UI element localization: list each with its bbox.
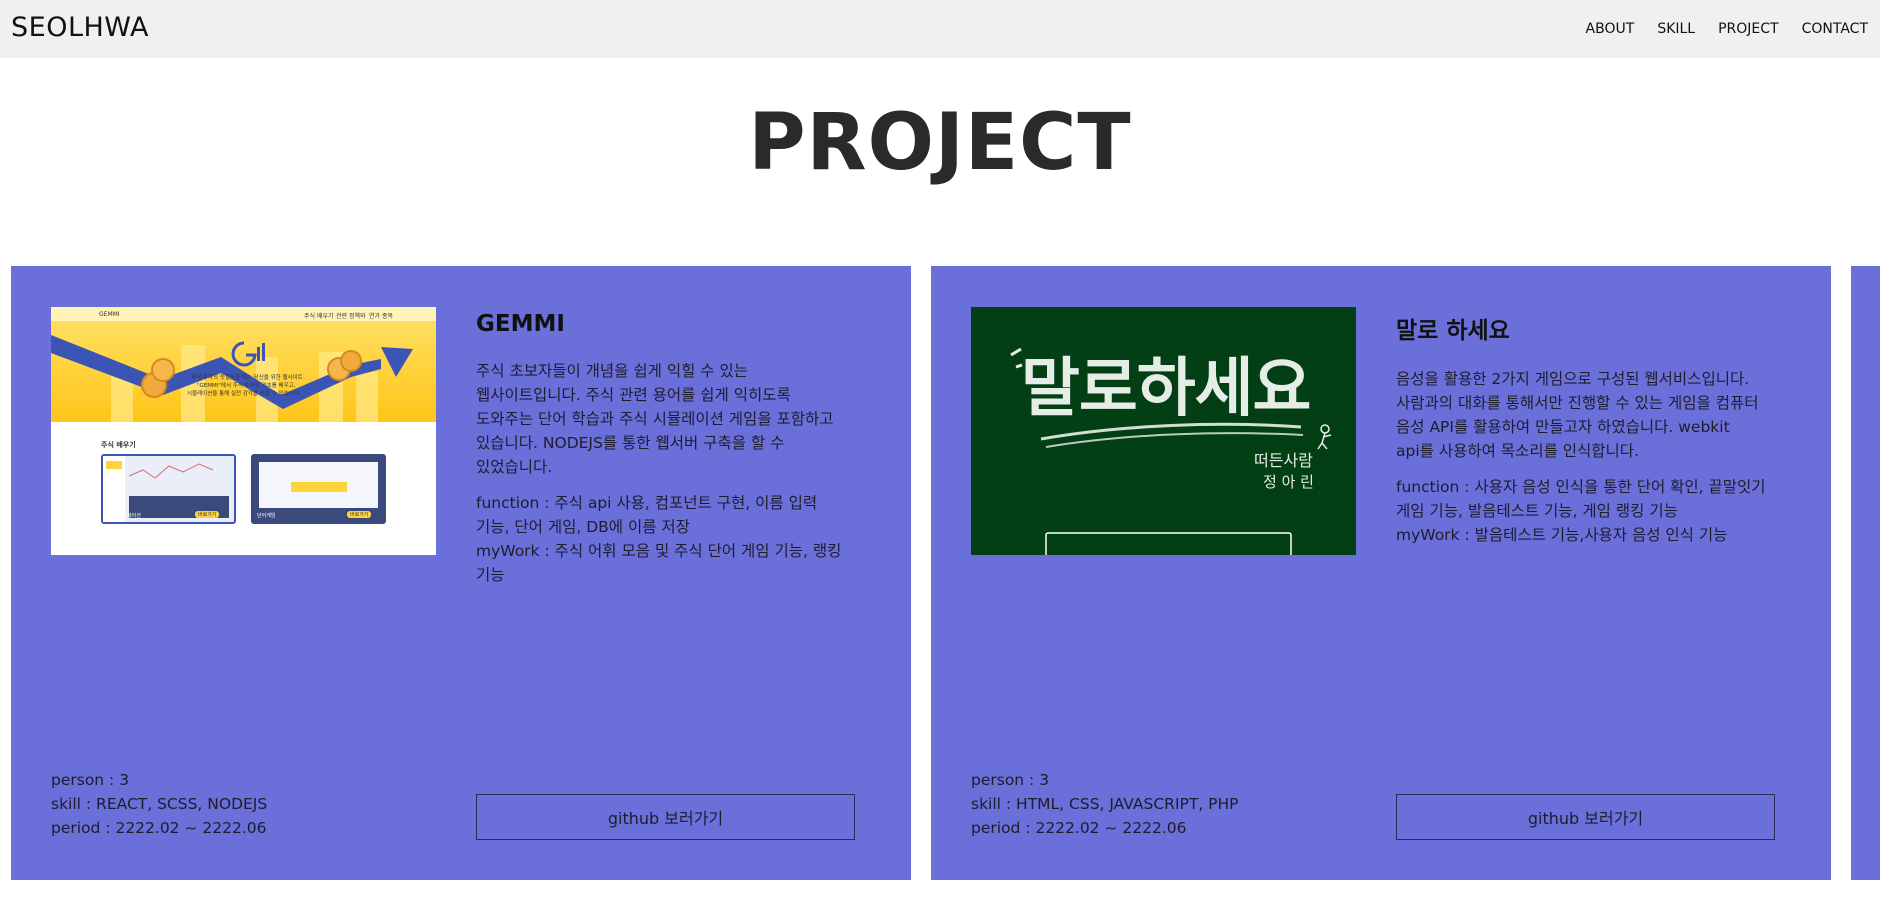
- nav-skill[interactable]: SKILL: [1657, 21, 1695, 37]
- chalk-subtitle-1: 떠든사람: [1254, 451, 1313, 470]
- github-button-mallo[interactable]: github 보러가기: [1396, 794, 1775, 840]
- gemmi-card-b-label: 단어게임: [257, 513, 276, 519]
- gemmi-preview-card-b: 단어게임 바로가기: [251, 454, 386, 524]
- gemmi-card-a-button: 바로가기: [195, 511, 220, 518]
- nav-about[interactable]: ABOUT: [1586, 21, 1635, 37]
- project-thumbnail-gemmi: GEMMI 주식 배우기 관련 정책와 연가 종목 주식 투자의 첫걸음을 떼는…: [51, 307, 436, 555]
- project-function: function : 주식 api 사용, 컴포넌트 구현, 이름 입력 기능,…: [476, 494, 818, 536]
- gemmi-intro-line-1: 주식 투자의 첫걸음을 떼는 당신을 위한 웹사이트: [191, 375, 303, 381]
- project-person: person : 3: [971, 771, 1050, 789]
- gemmi-card-a-label: 주식 시뮬레이션: [107, 513, 141, 519]
- project-thumbnail-mallo: 말로하세요 떠든사람 정 아 린: [971, 307, 1356, 555]
- project-person: person : 3: [51, 771, 130, 789]
- project-description: 주식 초보자들이 개념을 쉽게 익힐 수 있는 웹사이트입니다. 주식 관련 용…: [476, 362, 834, 476]
- gemmi-hero-banner: GEMMI 주식 배우기 관련 정책와 연가 종목 주식 투자의 첫걸음을 떼는…: [51, 307, 436, 422]
- project-card-gemmi: GEMMI 주식 배우기 관련 정책와 연가 종목 주식 투자의 첫걸음을 떼는…: [11, 266, 911, 880]
- site-header: SEOLHWA ABOUT SKILL PROJECT CONTACT: [0, 0, 1880, 58]
- project-card-partial: [1851, 266, 1880, 880]
- gemmi-intro-line-3: 시뮬레이션을 통해 실전 감각을 키울 수 있습니다.: [187, 391, 301, 397]
- gemmi-card-b-button: 바로가기: [347, 511, 372, 518]
- project-mywork: myWork : 주식 어휘 모음 및 주식 단어 게임 기능, 랭킹 기능: [476, 542, 842, 584]
- gemmi-section-title: 주식 배우기: [101, 441, 136, 449]
- project-card-mallo: 말로하세요 떠든사람 정 아 린 말로 하세요 음성을 활용한 2가지 게임으로…: [931, 266, 1831, 880]
- chalk-headline: 말로하세요: [1021, 352, 1311, 426]
- project-info-mallo: 말로 하세요 음성을 활용한 2가지 게임으로 구성된 웹서비스입니다. 사람과…: [1396, 307, 1771, 547]
- nav-contact[interactable]: CONTACT: [1802, 21, 1868, 37]
- chalk-subtitle-2: 정 아 린: [1263, 473, 1314, 491]
- chalkboard-background: 말로하세요 떠든사람 정 아 린: [971, 307, 1356, 555]
- project-info-gemmi: GEMMI 주식 초보자들이 개념을 쉽게 익힐 수 있는 웹사이트입니다. 주…: [476, 307, 851, 587]
- gemmi-hero-graphic: [51, 335, 413, 422]
- project-period: period : 2222.02 ~ 2222.06: [971, 819, 1187, 837]
- project-title: 말로 하세요: [1396, 318, 1510, 344]
- page-title: PROJECT: [748, 98, 1132, 188]
- project-meta-gemmi: person : 3 skill : REACT, SCSS, NODEJS p…: [51, 768, 267, 840]
- project-skill: skill : HTML, CSS, JAVASCRIPT, PHP: [971, 795, 1239, 813]
- main-nav: ABOUT SKILL PROJECT CONTACT: [1586, 0, 1880, 58]
- project-title: GEMMI: [476, 311, 565, 337]
- gemmi-preview-card-a: 주식 시뮬레이션 바로가기: [101, 454, 236, 524]
- project-meta-mallo: person : 3 skill : HTML, CSS, JAVASCRIPT…: [971, 768, 1239, 840]
- gemmi-content-area: 주식 배우기 주식 시뮬레이션 바로가기 단어게임 바로가기: [51, 422, 436, 555]
- gemmi-intro-line-2: "GEMMI"에서 주식 투자의 기초를 배우고,: [197, 383, 296, 389]
- project-function: function : 사용자 음성 인식을 통한 단어 확인, 끝말잇기 게임 …: [1396, 478, 1766, 520]
- project-description: 음성을 활용한 2가지 게임으로 구성된 웹서비스입니다. 사람과의 대화를 통…: [1396, 370, 1759, 460]
- project-skill: skill : REACT, SCSS, NODEJS: [51, 795, 268, 813]
- project-period: period : 2222.02 ~ 2222.06: [51, 819, 267, 837]
- github-button-gemmi[interactable]: github 보러가기: [476, 794, 855, 840]
- project-mywork: myWork : 발음테스트 기능,사용자 음성 인식 기능: [1396, 526, 1728, 544]
- site-logo[interactable]: SEOLHWA: [11, 12, 149, 43]
- nav-project[interactable]: PROJECT: [1718, 21, 1779, 37]
